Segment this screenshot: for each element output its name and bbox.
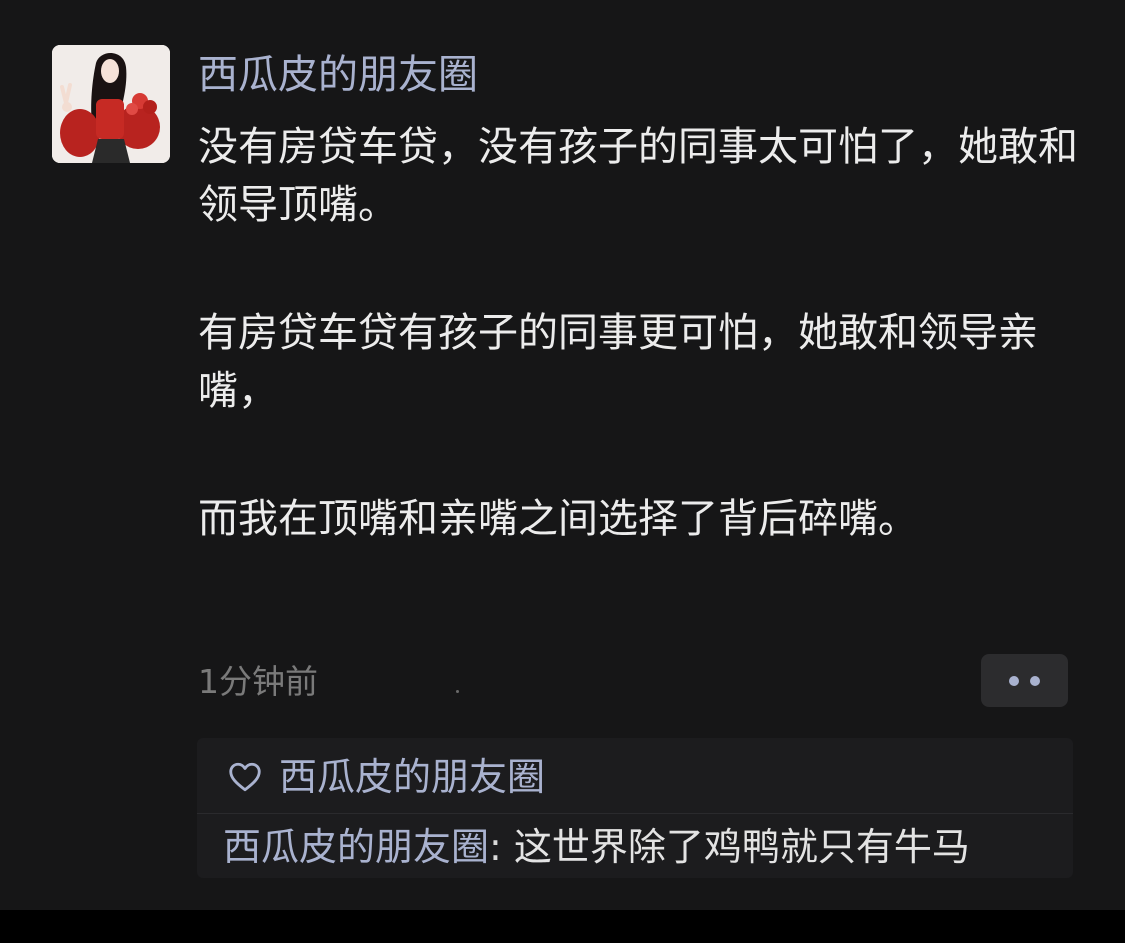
heart-outline-icon xyxy=(229,762,261,792)
post-content: 没有房贷车贷，没有孩子的同事太可怕了，她敢和领导顶嘴。 有房贷车贷有孩子的同事更… xyxy=(198,118,1078,548)
comment-item[interactable]: 西瓜皮的朋友圈: 这世界除了鸡鸭就只有牛马 xyxy=(223,820,970,874)
like-user-name[interactable]: 西瓜皮的朋友圈 xyxy=(279,750,545,804)
likes-row: 西瓜皮的朋友圈 xyxy=(227,750,545,804)
more-dots-icon[interactable] xyxy=(981,654,1068,707)
more-dot xyxy=(1030,676,1040,686)
post-paragraph-1: 没有房贷车贷，没有孩子的同事太可怕了，她敢和领导顶嘴。 xyxy=(198,124,1078,228)
portrait-avatar-icon xyxy=(52,45,170,163)
comment-author[interactable]: 西瓜皮的朋友圈 xyxy=(223,825,489,869)
more-dot xyxy=(1009,676,1019,686)
post-paragraph-3: 而我在顶嘴和亲嘴之间选择了背后碎嘴。 xyxy=(198,496,918,542)
divider-dot xyxy=(456,690,459,693)
post-author-name[interactable]: 西瓜皮的朋友圈 xyxy=(198,48,478,102)
comment-text: 这世界除了鸡鸭就只有牛马 xyxy=(513,825,970,869)
post-timestamp: 1分钟前 xyxy=(198,662,318,701)
moments-post-screen: 西瓜皮的朋友圈 没有房贷车贷，没有孩子的同事太可怕了，她敢和领导顶嘴。 有房贷车… xyxy=(0,0,1125,910)
likes-divider xyxy=(197,813,1073,814)
avatar[interactable] xyxy=(52,45,170,163)
post-paragraph-2: 有房贷车贷有孩子的同事更可怕，她敢和领导亲嘴， xyxy=(198,310,1038,414)
comment-separator: : xyxy=(489,825,514,869)
likes-comments-panel: 西瓜皮的朋友圈 西瓜皮的朋友圈: 这世界除了鸡鸭就只有牛马 xyxy=(197,738,1073,878)
